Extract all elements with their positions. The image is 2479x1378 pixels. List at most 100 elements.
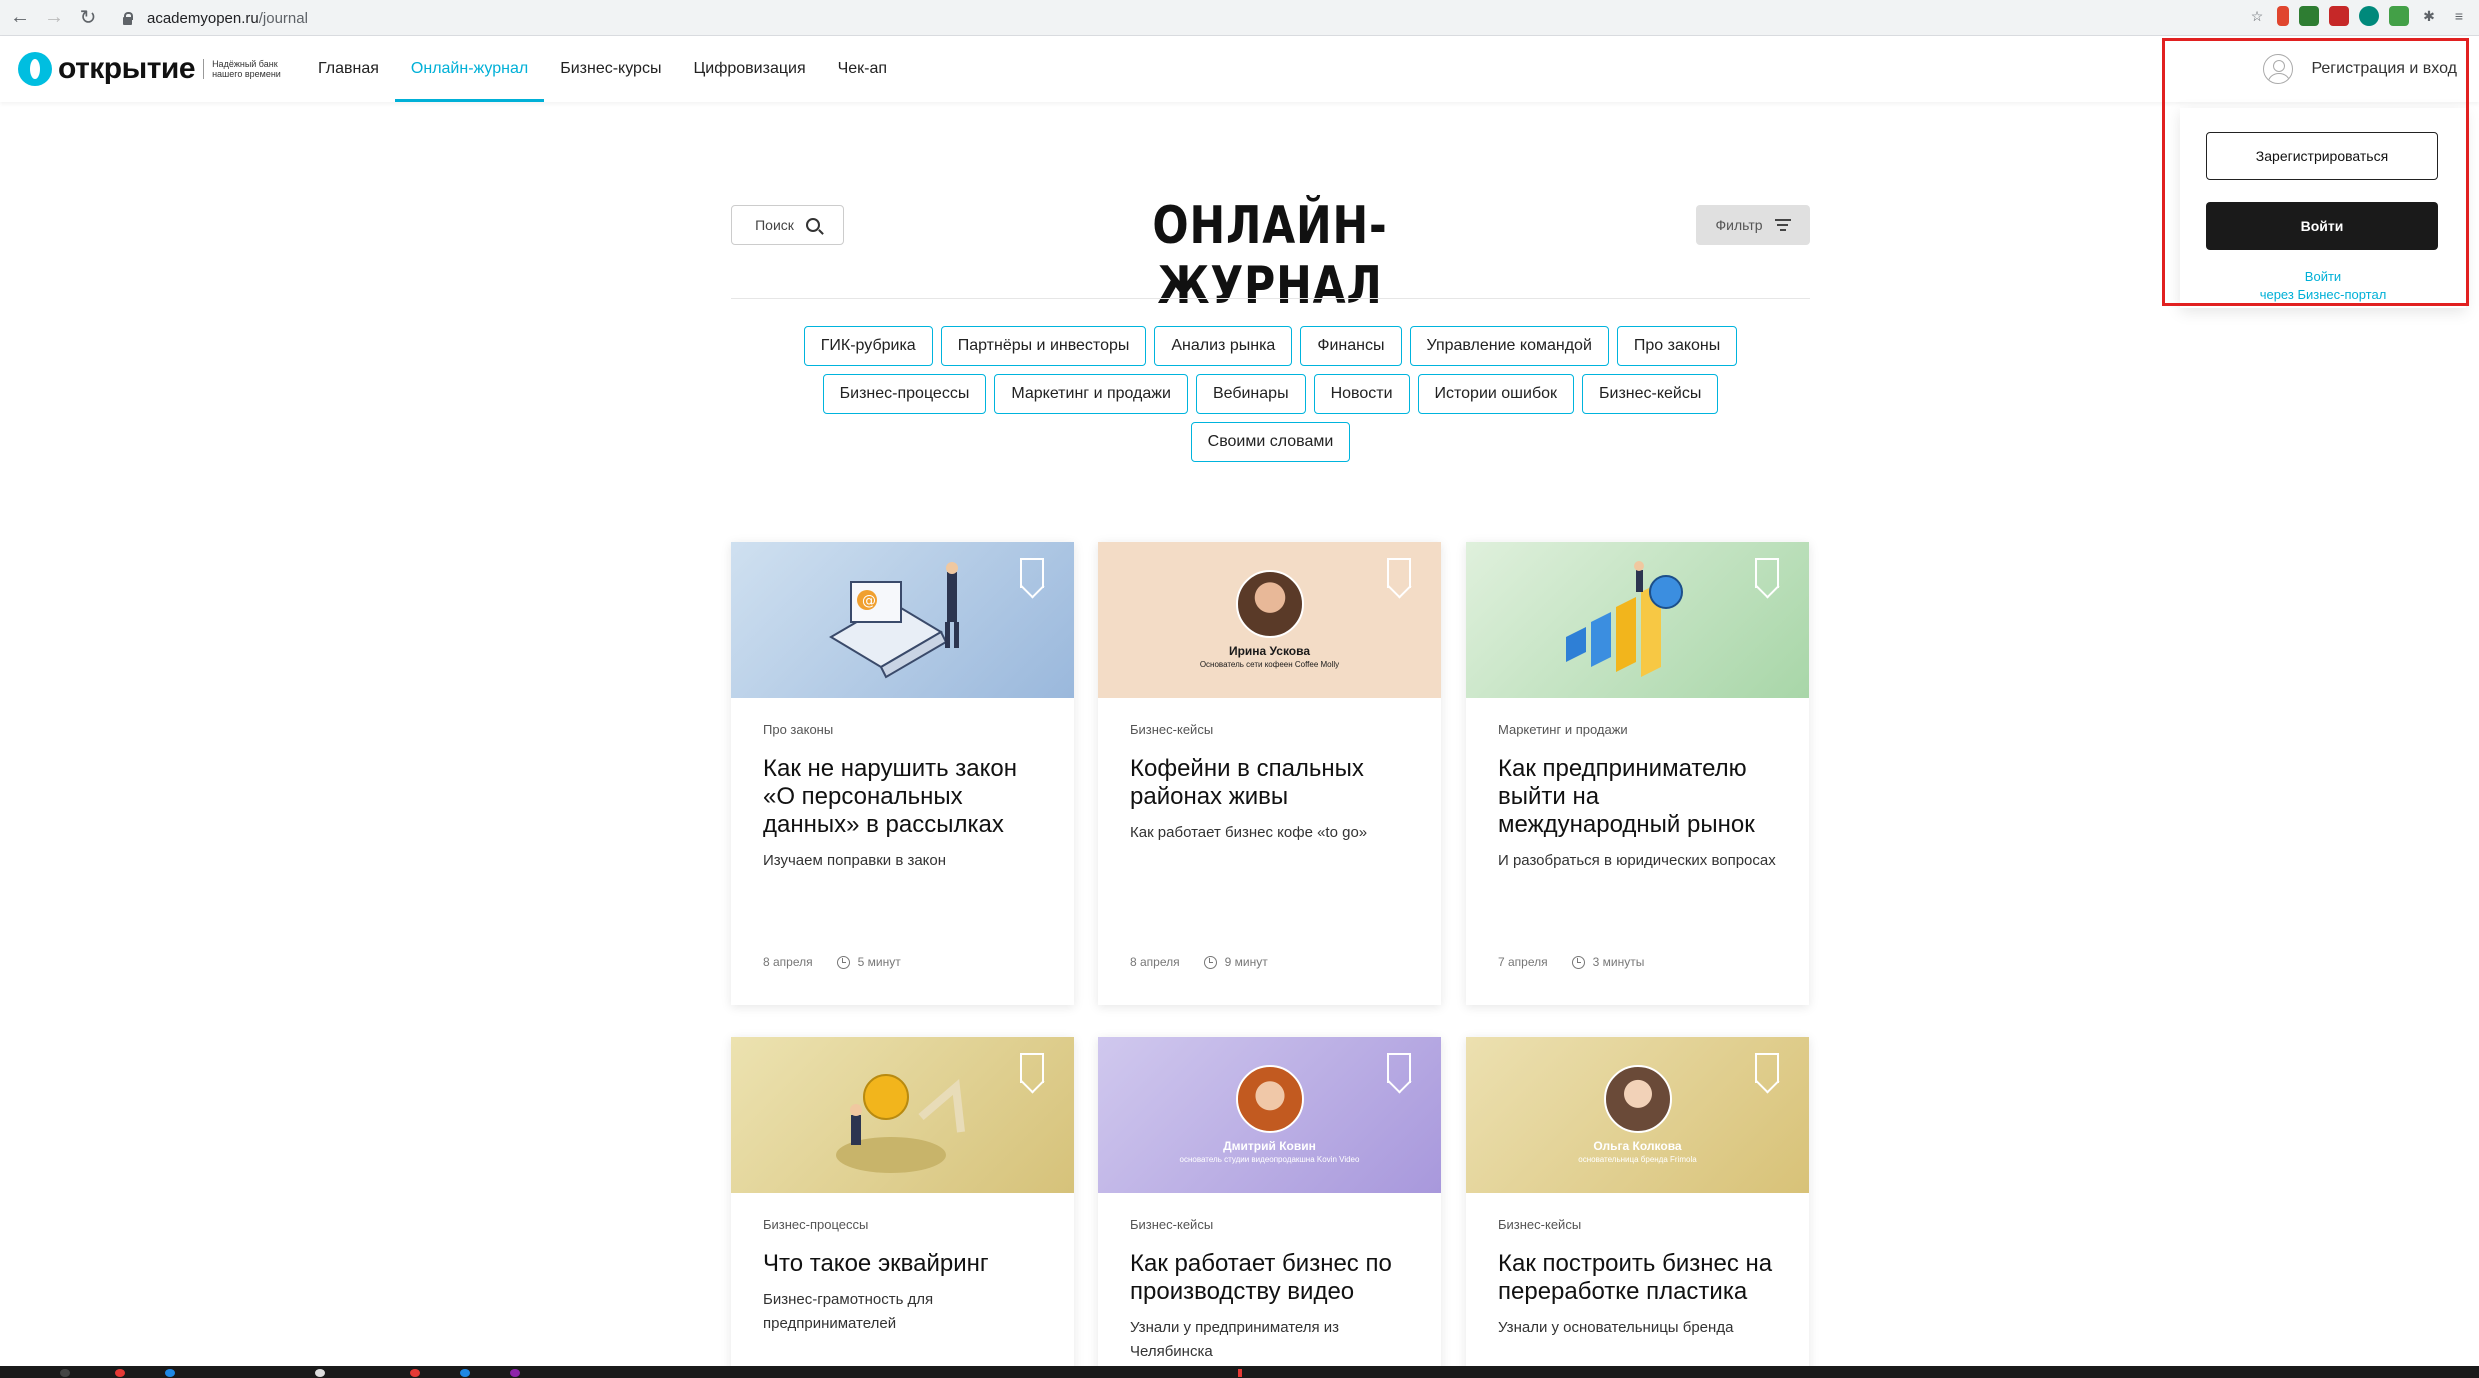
card-category: Бизнес-кейсы [1498, 1217, 1582, 1232]
card-title: Кофейни в спальных районах живы [1130, 755, 1364, 810]
lock-icon [122, 11, 133, 25]
person-role: Основатель сети кофеен Coffee Molly [1199, 660, 1340, 669]
bookmark-icon[interactable] [1755, 558, 1779, 588]
card-image: Ольга Колкова основательница бренда Frim… [1466, 1037, 1809, 1193]
auth-link-label: Регистрация и вход [2311, 60, 2457, 77]
browser-toolbar: ← → ↻ academyopen.ru/journal ☆ ✱ ≡ [0, 0, 2479, 36]
tag-market-analysis[interactable]: Анализ рынка [1154, 326, 1293, 366]
puzzle-icon[interactable]: ✱ [2419, 6, 2439, 26]
tag-team-management[interactable]: Управление командой [1409, 326, 1609, 366]
auth-link[interactable]: Регистрация и вход [2263, 54, 2457, 84]
os-taskbar [0, 1366, 2479, 1378]
filter-button[interactable]: Фильтр [1696, 205, 1810, 245]
search-button[interactable]: Поиск [731, 205, 844, 245]
article-card[interactable]: Бизнес-процессы Что такое эквайринг Бизн… [731, 1037, 1074, 1378]
tag-row: Своими словами [731, 422, 1810, 462]
url-host: academyopen.ru [147, 9, 259, 27]
bookmark-icon[interactable] [1387, 558, 1411, 588]
tag-news[interactable]: Новости [1313, 374, 1410, 414]
person-name: Дмитрий Ковин [1223, 1139, 1316, 1153]
url-path: /journal [258, 9, 308, 27]
tag-own-words[interactable]: Своими словами [1190, 422, 1351, 462]
extensions-bar: ☆ ✱ ≡ [2247, 6, 2469, 26]
extension-badge-icon[interactable] [2329, 6, 2349, 26]
tag-finance[interactable]: Финансы [1300, 326, 1402, 366]
taskbar-app-icon[interactable] [165, 1369, 175, 1377]
reload-icon[interactable]: ↻ [74, 4, 102, 32]
bookmark-icon[interactable] [1020, 1053, 1044, 1083]
article-card[interactable]: Дмитрий Ковин основатель студии видеопро… [1098, 1037, 1441, 1378]
article-card[interactable]: Ирина Ускова Основатель сети кофеен Coff… [1098, 542, 1441, 1005]
card-title: Как не нарушить закон «О персональных да… [763, 755, 1017, 838]
taskbar-app-icon[interactable] [115, 1369, 125, 1377]
shield-icon[interactable] [2389, 6, 2409, 26]
back-icon[interactable]: ← [6, 4, 34, 32]
article-card[interactable]: Маркетинг и продажи Как предпринимателю … [1466, 542, 1809, 1005]
bookmark-icon[interactable] [1755, 1053, 1779, 1083]
card-image: Ирина Ускова Основатель сети кофеен Coff… [1098, 542, 1441, 698]
taskbar-app-icon[interactable] [460, 1369, 470, 1377]
logo-icon [18, 52, 52, 86]
taskbar-app-icon[interactable] [410, 1369, 420, 1377]
article-card[interactable]: @ Про законы Как не нарушить закон «О пе… [731, 542, 1074, 1005]
extension-green-icon[interactable] [2299, 6, 2319, 26]
user-icon [2263, 54, 2294, 84]
taskbar-app-icon[interactable] [1238, 1369, 1242, 1377]
card-title: Что такое эквайринг [763, 1250, 989, 1277]
card-category: Бизнес-кейсы [1130, 1217, 1214, 1232]
nav-item-home[interactable]: Главная [302, 36, 395, 102]
tag-laws[interactable]: Про законы [1616, 326, 1738, 366]
nav-item-courses[interactable]: Бизнес-курсы [544, 36, 677, 102]
card-meta: 8 апреля 5 минут [763, 955, 901, 969]
logo[interactable]: открытие Надёжный банк нашего времени [18, 52, 281, 86]
main-nav: Главная Онлайн-журнал Бизнес-курсы Цифро… [302, 36, 903, 102]
extension-red-icon[interactable] [2277, 6, 2289, 26]
register-button[interactable]: Зарегистрироваться [2206, 132, 2438, 180]
extension-teal-icon[interactable] [2359, 6, 2379, 26]
card-meta: 7 апреля 3 минуты [1498, 955, 1644, 969]
card-meta: 8 апреля 9 минут [1130, 955, 1268, 969]
taskbar-app-icon[interactable] [510, 1369, 520, 1377]
menu-icon[interactable]: ≡ [2449, 6, 2469, 26]
svg-text:@: @ [862, 593, 876, 609]
tag-filters: ГИК-рубрика Партнёры и инвесторы Анализ … [731, 326, 1810, 462]
card-subtitle: Как работает бизнес кофе «to go» [1130, 824, 1368, 841]
logo-text: открытие [58, 52, 196, 85]
address-bar[interactable]: academyopen.ru/journal [112, 4, 2232, 32]
card-read-time: 3 минуты [1592, 955, 1645, 969]
search-label: Поиск [755, 217, 794, 233]
business-portal-link[interactable]: Войти через Бизнес-портал [2180, 268, 2466, 304]
tag-geek[interactable]: ГИК-рубрика [803, 326, 933, 366]
forward-icon[interactable]: → [40, 4, 68, 32]
clock-icon [1571, 955, 1585, 969]
star-icon[interactable]: ☆ [2247, 6, 2267, 26]
search-icon [805, 218, 820, 232]
card-date: 7 апреля [1498, 955, 1548, 969]
filter-icon [1774, 219, 1791, 231]
tag-business-cases[interactable]: Бизнес-кейсы [1582, 374, 1719, 414]
card-read-time: 5 минут [857, 955, 901, 969]
card-subtitle: Бизнес-грамотность для предпринимателей [763, 1291, 934, 1332]
card-title: Как работает бизнес по производству виде… [1130, 1250, 1392, 1305]
person-role: основательница бренда Frimola [1578, 1155, 1697, 1164]
tag-marketing[interactable]: Маркетинг и продажи [994, 374, 1188, 414]
login-button[interactable]: Войти [2206, 202, 2438, 250]
card-image: Дмитрий Ковин основатель студии видеопро… [1098, 1037, 1441, 1193]
bookmark-icon[interactable] [1387, 1053, 1411, 1083]
tag-partners[interactable]: Партнёры и инвесторы [940, 326, 1147, 366]
tag-mistakes[interactable]: Истории ошибок [1417, 374, 1574, 414]
card-date: 8 апреля [763, 955, 813, 969]
card-title: Как построить бизнес на переработке плас… [1498, 1250, 1773, 1305]
nav-item-digitalization[interactable]: Цифровизация [677, 36, 821, 102]
tag-business-processes[interactable]: Бизнес-процессы [822, 374, 987, 414]
taskbar-app-icon[interactable] [315, 1369, 325, 1377]
taskbar-app-icon[interactable] [60, 1369, 70, 1377]
card-image: @ [731, 542, 1074, 698]
tag-webinars[interactable]: Вебинары [1195, 374, 1306, 414]
portal-link-line2: через Бизнес-портал [2259, 287, 2387, 302]
card-image [1466, 542, 1809, 698]
bookmark-icon[interactable] [1020, 558, 1044, 588]
nav-item-checkup[interactable]: Чек-ап [822, 36, 903, 102]
nav-item-journal[interactable]: Онлайн-журнал [394, 36, 545, 102]
article-card[interactable]: Ольга Колкова основательница бренда Frim… [1466, 1037, 1809, 1378]
